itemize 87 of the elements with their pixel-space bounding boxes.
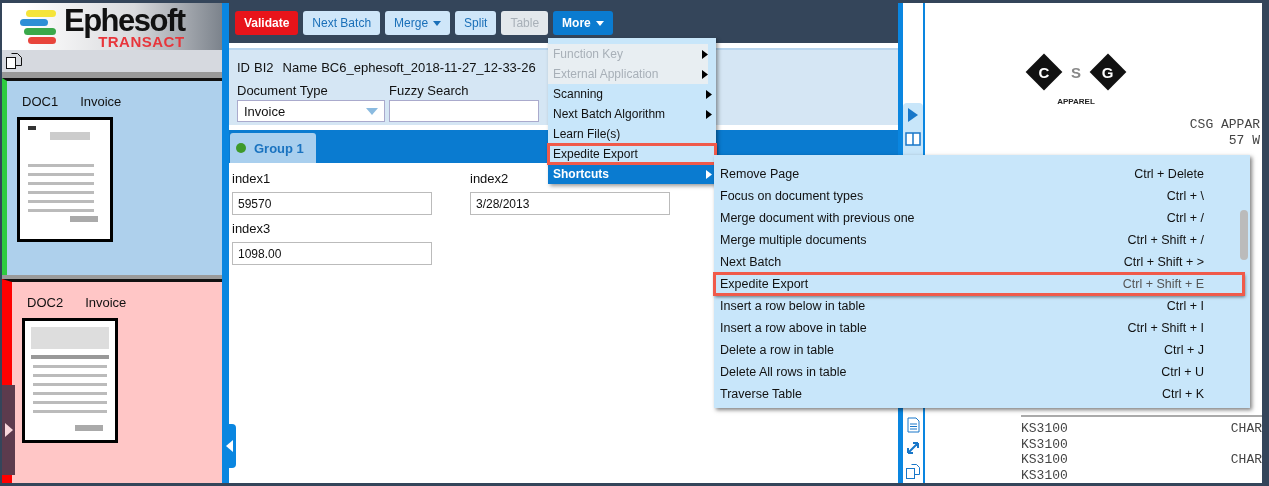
logo-letter: C [1038,63,1050,81]
field-label: Document Type [237,83,329,98]
id-label: ID [237,60,250,75]
document-id: DOC2 [27,294,64,310]
expand-tab[interactable] [2,385,15,475]
document-type: Invoice [85,294,127,310]
document-type: Invoice [80,93,122,109]
copy-icon[interactable] [5,52,23,70]
toolbar-button[interactable]: Next Batch [303,11,381,35]
shortcut-keys: Ctrl + U [1161,365,1204,379]
shortcut-label: Delete All rows in table [720,365,847,379]
batch-id: BI2 [254,60,274,75]
document-text: 57 W [1228,133,1260,149]
document-text: KS3100 [1021,452,1068,468]
shortcut-keys: Ctrl + Shift + / [1127,233,1204,247]
play-icon[interactable] [908,108,918,122]
shortcut-label: Expedite Export [720,277,809,291]
shortcut-label: Delete a row in table [720,343,834,357]
shortcut-label: Merge multiple documents [720,233,867,247]
field-label: index2 [470,171,509,186]
field-label: index1 [232,171,271,186]
menu-item[interactable]: Remove Page Ctrl + Delete [714,163,1250,185]
menu-item[interactable]: Merge multiple documents Ctrl + Shift + / [714,229,1250,251]
arrow-icon [225,440,233,452]
search-field[interactable] [389,100,539,122]
document-text: KS3100 [1021,421,1068,437]
expand-icon[interactable] [906,441,920,455]
toolbar-button[interactable]: Validate [235,11,299,35]
input-field[interactable]: 59570 [232,192,432,215]
field-label: Fuzzy Search [389,83,470,98]
arrow-icon [4,423,13,437]
document-id: DOC1 [22,93,59,109]
menu-item[interactable]: Learn File(s) [548,124,716,144]
shortcut-keys: Ctrl + Shift + I [1127,321,1204,335]
shortcut-label: Focus on document types [720,189,864,203]
shortcut-keys: Ctrl + Delete [1134,167,1204,181]
shortcut-keys: Ctrl + / [1166,211,1204,225]
menu-item[interactable]: Merge document with previous one Ctrl + / [714,207,1250,229]
menu-item[interactable]: Expedite Export Ctrl + Shift + E [714,273,1244,295]
logo-letter: G [1102,63,1114,81]
menu-item[interactable]: Insert a row below in table Ctrl + I [714,295,1250,317]
document-type-dropdown[interactable]: Invoice [237,100,385,122]
menu-item[interactable]: Traverse Table Ctrl + K [714,383,1250,405]
shortcut-keys: Ctrl + Shift + > [1123,255,1204,269]
menu-item[interactable]: Insert a row above in table Ctrl + Shift + I [714,317,1250,339]
columns-icon[interactable] [905,132,921,146]
document-text: KS3100 [1021,436,1068,452]
document-icon[interactable] [906,417,920,433]
document-text: CHAR [1230,421,1262,437]
document-text: CSG APPAR [1189,117,1260,133]
shortcut-keys: Ctrl + \ [1166,189,1204,203]
dropdown-arrow-icon [366,107,378,115]
menu-item[interactable]: Expedite Export [548,144,716,164]
menu-item[interactable]: Next Batch Ctrl + Shift + > [714,251,1250,273]
shortcut-label: Remove Page [720,167,800,181]
toolbar-button[interactable]: Merge [385,11,451,35]
toolbar-button[interactable]: More [553,11,613,35]
input-field[interactable]: 3/28/2013 [470,192,670,215]
document-card[interactable]: DOC2 Invoice [2,279,222,483]
field-label: index3 [232,221,271,236]
shortcut-keys: Ctrl + K [1161,387,1204,401]
scrollbar-thumb[interactable] [1240,210,1248,260]
shortcut-keys: Ctrl + J [1164,343,1204,357]
shortcut-keys: Ctrl + I [1166,299,1204,313]
shortcut-label: Insert a row below in table [720,299,866,313]
shortcut-keys: Ctrl + Shift + E [1122,277,1204,291]
shortcut-label: Traverse Table [720,387,802,401]
menu-item[interactable]: Delete a row in table Ctrl + J [714,339,1250,361]
menu-item[interactable]: Focus on document types Ctrl + \ [714,185,1250,207]
logo-caption: APPAREL [1057,97,1095,106]
shortcut-label: Next Batch [720,255,782,269]
menu-item[interactable]: Scanning [548,84,716,104]
logo-name: Ephesoft [64,4,185,36]
toolbar-button[interactable]: Split [455,11,497,35]
shortcut-label: Insert a row above in table [720,321,867,335]
input-field[interactable]: 1098.00 [232,242,432,265]
menu-item[interactable]: Next Batch Algorithm [548,104,716,124]
logo-letter: S [1071,63,1081,81]
document-text: CHAR [1230,452,1262,468]
logo-product: TRANSACT [98,33,185,49]
document-card[interactable]: DOC1 Invoice [2,78,222,275]
name-label: Name [282,60,318,75]
shortcut-label: Merge document with previous one [720,211,915,225]
menu-item[interactable]: Delete All rows in table Ctrl + U [714,361,1250,383]
document-text: KS3100 [1021,467,1068,483]
status-dot-icon [236,143,246,153]
batch-name: BC6_ephesoft_2018-11-27_12-33-26 [321,60,536,75]
